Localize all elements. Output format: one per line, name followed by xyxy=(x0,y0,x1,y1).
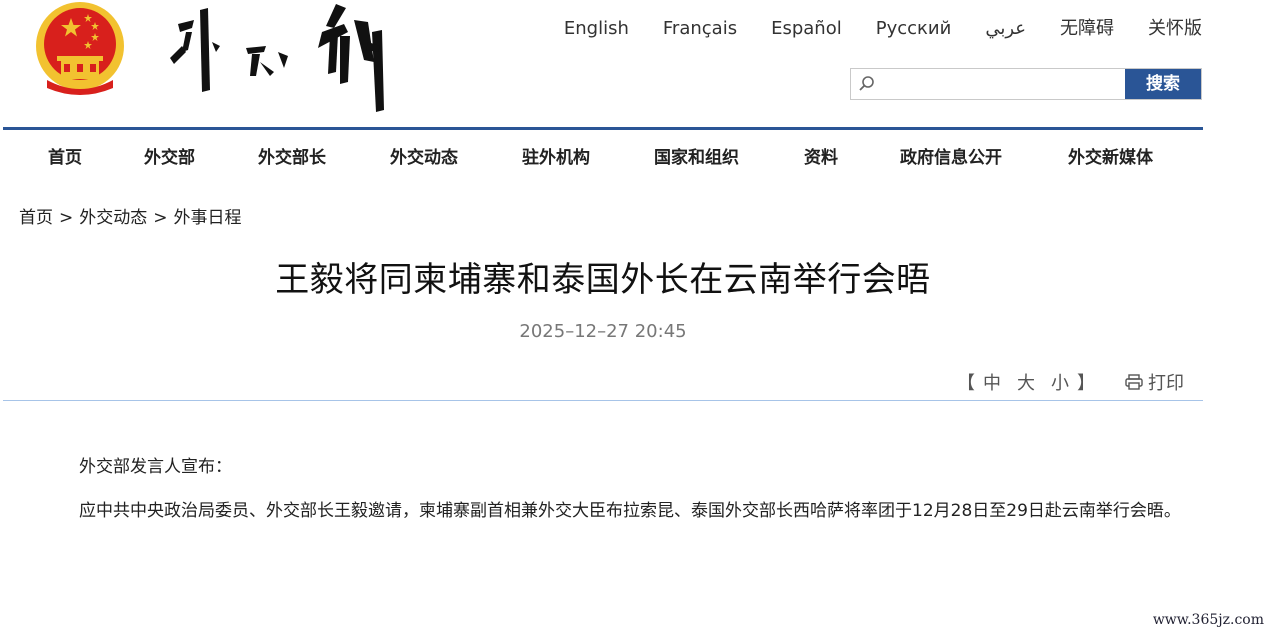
font-size-small-button[interactable]: 小 xyxy=(1051,369,1069,395)
main-nav: 首页 外交部 外交部长 外交动态 驻外机构 国家和组织 资料 政府信息公开 外交… xyxy=(3,130,1203,180)
article-paragraph: 外交部发言人宣布： xyxy=(79,457,232,477)
article-tools: 【 中 大 小 】 打印 xyxy=(957,369,1184,395)
national-emblem-icon[interactable] xyxy=(33,0,127,98)
nav-item-missions-abroad[interactable]: 驻外机构 xyxy=(522,143,590,168)
search-icon xyxy=(859,76,874,91)
nav-item-new-media[interactable]: 外交新媒体 xyxy=(1068,143,1153,168)
font-size-selector: 【 中 大 小 】 xyxy=(957,369,1095,395)
site-header: English Français Español Русский عربي 无障… xyxy=(0,0,1272,128)
breadcrumb-diplomatic-news-link[interactable]: 外交动态 xyxy=(79,208,147,228)
font-size-large-button[interactable]: 大 xyxy=(1017,369,1035,395)
font-size-open-bracket: 【 xyxy=(957,373,975,394)
lang-russian-link[interactable]: Русский xyxy=(876,17,952,41)
nav-item-countries-organizations[interactable]: 国家和组织 xyxy=(654,143,739,168)
search-box: 搜索 xyxy=(850,68,1202,100)
article-paragraph: 应中共中央政治局委员、外交部长王毅邀请，柬埔寨副首相兼外交大臣布拉索昆、泰国外交… xyxy=(79,501,1181,521)
breadcrumb: 首页 > 外交动态 > 外事日程 xyxy=(19,203,242,228)
search-button[interactable]: 搜索 xyxy=(1125,69,1201,99)
ministry-calligraphy-logo[interactable] xyxy=(168,2,393,114)
breadcrumb-separator: > xyxy=(153,208,168,228)
font-size-medium-button[interactable]: 中 xyxy=(983,369,1001,395)
lang-french-link[interactable]: Français xyxy=(663,17,737,41)
print-button[interactable]: 打印 xyxy=(1125,369,1184,395)
accessibility-link[interactable]: 无障碍 xyxy=(1060,17,1114,41)
lang-spanish-link[interactable]: Español xyxy=(771,17,842,41)
lang-arabic-link[interactable]: عربي xyxy=(985,17,1026,41)
lang-english-link[interactable]: English xyxy=(564,17,629,41)
breadcrumb-home-link[interactable]: 首页 xyxy=(19,208,53,228)
watermark-text: www.365jz.com xyxy=(1152,612,1264,628)
breadcrumb-separator: > xyxy=(59,208,74,228)
breadcrumb-schedule-link[interactable]: 外事日程 xyxy=(174,208,242,228)
nav-item-government-info[interactable]: 政府信息公开 xyxy=(900,143,1002,168)
nav-item-resources[interactable]: 资料 xyxy=(804,143,838,168)
article-body: 外交部发言人宣布： 应中共中央政治局委员、外交部长王毅邀请，柬埔寨副首相兼外交大… xyxy=(42,450,1182,538)
elderly-mode-link[interactable]: 关怀版 xyxy=(1148,17,1202,41)
nav-item-minister[interactable]: 外交部长 xyxy=(258,143,326,168)
nav-item-diplomatic-news[interactable]: 外交动态 xyxy=(390,143,458,168)
language-bar: English Français Español Русский عربي 无障… xyxy=(564,17,1202,41)
font-size-close-bracket: 】 xyxy=(1077,373,1095,394)
printer-icon xyxy=(1125,374,1143,390)
print-label: 打印 xyxy=(1148,373,1184,394)
article-date: 2025–12–27 20:45 xyxy=(519,321,687,342)
nav-item-ministry[interactable]: 外交部 xyxy=(144,143,195,168)
article-divider xyxy=(3,400,1203,401)
nav-item-home[interactable]: 首页 xyxy=(48,143,82,168)
search-input[interactable] xyxy=(879,71,1125,97)
article-title: 王毅将同柬埔寨和泰国外长在云南举行会晤 xyxy=(275,260,931,300)
